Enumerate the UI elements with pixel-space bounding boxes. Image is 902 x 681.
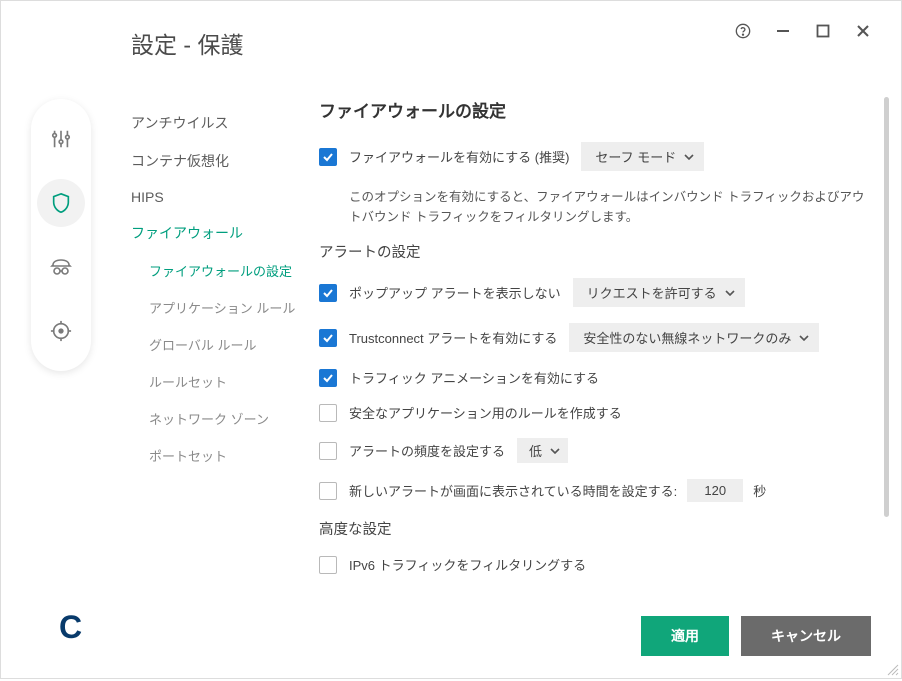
nav-sub-app-rules[interactable]: アプリケーション ルール [149, 290, 311, 327]
nav-firewall[interactable]: ファイアウォール [131, 215, 311, 253]
apply-button[interactable]: 適用 [641, 616, 729, 656]
ipv6-label: IPv6 トラフィックをフィルタリングする [349, 555, 586, 574]
nav-container[interactable]: コンテナ仮想化 [131, 143, 311, 181]
enable-firewall-desc: このオプションを有効にすると、ファイアウォールはインバウンド トラフィックおよび… [349, 187, 869, 227]
firewall-mode-value: セーフ モード [595, 147, 676, 166]
shield-icon[interactable] [37, 179, 85, 227]
main-content: ファイアウォールの設定 ファイアウォールを有効にする (推奨) セーフ モード … [319, 97, 869, 587]
footer: 適用 キャンセル [641, 616, 871, 656]
popup-alert-checkbox[interactable] [319, 284, 337, 302]
duration-unit: 秒 [753, 481, 766, 500]
freq-value: 低 [529, 441, 542, 460]
chevron-down-icon [550, 448, 560, 454]
nav-firewall-sub: ファイアウォールの設定 アプリケーション ルール グローバル ルール ルールセッ… [149, 253, 311, 475]
nav-sub-firewall-settings[interactable]: ファイアウォールの設定 [149, 253, 311, 290]
trustconnect-dropdown[interactable]: 安全性のない無線ネットワークのみ [569, 323, 819, 352]
logo: C [59, 609, 81, 646]
firewall-mode-dropdown[interactable]: セーフ モード [581, 142, 704, 171]
help-icon[interactable] [733, 21, 753, 41]
page-heading: ファイアウォールの設定 [319, 97, 869, 122]
scrollbar-thumb[interactable] [884, 97, 889, 517]
popup-action-dropdown[interactable]: リクエストを許可する [573, 278, 745, 307]
nav-antivirus[interactable]: アンチウイルス [131, 105, 311, 143]
icon-sidebar [31, 99, 91, 371]
nav-sub-network-zones[interactable]: ネットワーク ゾーン [149, 401, 311, 438]
resize-grip[interactable] [885, 662, 899, 676]
minimize-icon[interactable] [773, 21, 793, 41]
freq-dropdown[interactable]: 低 [517, 438, 568, 463]
ipv6-checkbox[interactable] [319, 556, 337, 574]
trustconnect-label: Trustconnect アラートを有効にする [349, 328, 557, 347]
freq-checkbox[interactable] [319, 442, 337, 460]
duration-checkbox[interactable] [319, 482, 337, 500]
close-icon[interactable] [853, 21, 873, 41]
animation-checkbox[interactable] [319, 369, 337, 387]
sliders-icon[interactable] [37, 115, 85, 163]
enable-firewall-checkbox[interactable] [319, 148, 337, 166]
advanced-heading: 高度な設定 [319, 518, 869, 539]
chevron-down-icon [725, 290, 735, 296]
freq-label: アラートの頻度を設定する [349, 441, 505, 460]
popup-alert-label: ポップアップ アラートを表示しない [349, 283, 561, 302]
duration-input[interactable]: 120 [687, 479, 743, 502]
trustconnect-checkbox[interactable] [319, 329, 337, 347]
target-icon[interactable] [37, 307, 85, 355]
animation-label: トラフィック アニメーションを有効にする [349, 368, 599, 387]
nav-sub-global-rules[interactable]: グローバル ルール [149, 327, 311, 364]
nav-sub-portsets[interactable]: ポートセット [149, 438, 311, 475]
spy-icon[interactable] [37, 243, 85, 291]
cancel-button[interactable]: キャンセル [741, 616, 871, 656]
popup-action-value: リクエストを許可する [587, 283, 717, 302]
nav-sub-rulesets[interactable]: ルールセット [149, 364, 311, 401]
maximize-icon[interactable] [813, 21, 833, 41]
nav-hips[interactable]: HIPS [131, 181, 311, 215]
chevron-down-icon [684, 154, 694, 160]
safeapp-checkbox[interactable] [319, 404, 337, 422]
window-controls [733, 21, 873, 41]
nav-sidebar: アンチウイルス コンテナ仮想化 HIPS ファイアウォール ファイアウォールの設… [131, 105, 311, 475]
enable-firewall-label: ファイアウォールを有効にする (推奨) [349, 147, 569, 166]
trustconnect-value: 安全性のない無線ネットワークのみ [583, 328, 791, 347]
alert-heading: アラートの設定 [319, 241, 869, 262]
chevron-down-icon [799, 335, 809, 341]
safeapp-label: 安全なアプリケーション用のルールを作成する [349, 403, 622, 422]
duration-label: 新しいアラートが画面に表示されている時間を設定する: [349, 481, 677, 500]
